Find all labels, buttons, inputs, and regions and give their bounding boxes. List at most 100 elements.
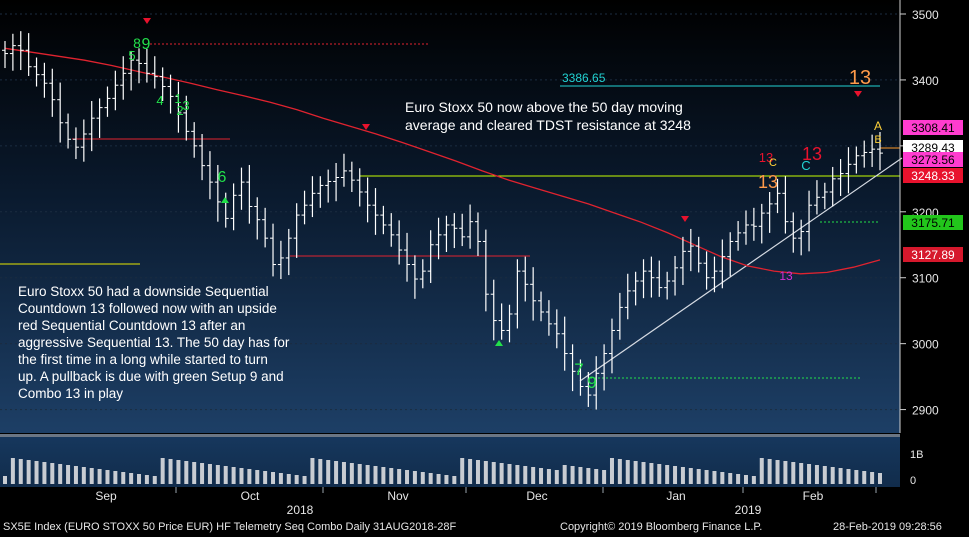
volume-bar bbox=[452, 476, 457, 484]
annotation-text: 3386.65 bbox=[562, 71, 606, 85]
sequential-marker: 7 bbox=[574, 360, 583, 379]
volume-bar bbox=[207, 464, 212, 484]
sequential-marker: C bbox=[769, 157, 777, 169]
month-label: Feb bbox=[803, 489, 824, 503]
volume-bar bbox=[838, 468, 843, 484]
volume-bar bbox=[641, 462, 646, 484]
sequential-marker: 4 bbox=[156, 93, 163, 108]
volume-bar bbox=[113, 471, 118, 484]
volume-bar bbox=[286, 474, 291, 484]
y-tick-label: 2900 bbox=[912, 404, 939, 418]
annotation-text: aggressive Sequential 13. The 50 day has… bbox=[18, 335, 290, 350]
month-label: Oct bbox=[241, 489, 260, 503]
price-label: 3175.71 bbox=[911, 216, 955, 230]
volume-bar bbox=[775, 460, 780, 484]
volume-bar bbox=[73, 466, 78, 484]
volume-bar bbox=[223, 466, 228, 484]
sequential-marker: 5 bbox=[128, 48, 135, 63]
volume-bar bbox=[554, 470, 559, 484]
volume-bar bbox=[326, 460, 331, 484]
volume-bar bbox=[152, 476, 157, 484]
volume-bar bbox=[507, 464, 512, 484]
price-label: 3127.89 bbox=[911, 248, 955, 262]
volume-bar bbox=[531, 467, 536, 484]
volume-bar bbox=[736, 474, 741, 484]
annotation-text: the first time in a long while started t… bbox=[18, 352, 268, 367]
volume-bar bbox=[830, 467, 835, 484]
volume-bar bbox=[18, 459, 23, 484]
volume-bar bbox=[609, 458, 614, 484]
volume-bar bbox=[168, 459, 173, 484]
volume-bar bbox=[460, 458, 465, 484]
volume-bar bbox=[129, 473, 134, 484]
volume-bar bbox=[278, 473, 283, 484]
bottom-axis-background bbox=[0, 487, 900, 518]
volume-bar bbox=[499, 463, 504, 484]
volume-bar bbox=[846, 469, 851, 484]
volume-bar bbox=[26, 460, 31, 484]
volume-bar bbox=[814, 465, 819, 484]
volume-bar bbox=[428, 473, 433, 484]
volume-bar bbox=[617, 459, 622, 484]
volume-bar bbox=[539, 468, 544, 484]
volume-bar bbox=[231, 467, 236, 484]
volume-bar bbox=[728, 473, 733, 484]
volume-tick-label: 1B bbox=[910, 449, 923, 461]
volume-bar bbox=[594, 469, 599, 484]
volume-bar bbox=[602, 470, 607, 484]
volume-bar bbox=[89, 468, 94, 484]
volume-bar bbox=[334, 461, 339, 484]
volume-bar bbox=[42, 462, 47, 484]
sequential-marker: 3 bbox=[182, 98, 189, 113]
volume-bar bbox=[381, 467, 386, 484]
month-label: Sep bbox=[95, 489, 117, 503]
volume-bar bbox=[633, 461, 638, 484]
volume-bar bbox=[491, 462, 496, 484]
volume-bar bbox=[144, 475, 149, 484]
volume-bar bbox=[546, 469, 551, 484]
annotation-text: Combo 13 in play bbox=[18, 386, 123, 401]
footer-copyright: Copyright© 2019 Bloomberg Finance L.P. bbox=[560, 521, 763, 533]
sequential-marker: 9 bbox=[587, 373, 596, 392]
volume-bar bbox=[720, 472, 725, 484]
volume-bar bbox=[239, 468, 244, 484]
volume-bar bbox=[483, 461, 488, 484]
volume-bar bbox=[121, 472, 126, 484]
volume-bar bbox=[160, 458, 165, 484]
volume-bar bbox=[625, 460, 630, 484]
annotation-text: Euro Stoxx 50 now above the 50 day movin… bbox=[405, 99, 683, 115]
sequential-marker: 12 bbox=[0, 0, 7, 3]
sequential-marker: 13 bbox=[758, 172, 778, 192]
sequential-marker: 13 bbox=[849, 67, 871, 89]
volume-bar bbox=[878, 473, 882, 484]
volume-bar bbox=[468, 459, 473, 484]
volume-bar bbox=[807, 464, 812, 484]
sequential-marker: A bbox=[874, 119, 882, 133]
volume-bar bbox=[247, 469, 252, 484]
volume-bar bbox=[799, 463, 804, 484]
chart: 89123456791313131313ABCC1012 35003400330… bbox=[0, 0, 969, 518]
month-label: Nov bbox=[387, 489, 408, 503]
month-label: Jan bbox=[666, 489, 685, 503]
annotation-text: average and cleared TDST resistance at 3… bbox=[405, 117, 691, 133]
volume-bar bbox=[854, 470, 859, 484]
volume-background bbox=[0, 437, 900, 487]
volume-bar bbox=[475, 460, 480, 484]
volume-bar bbox=[389, 468, 394, 484]
annotation-text: red Sequential Countdown 13 after an bbox=[18, 318, 245, 333]
price-label: 3273.56 bbox=[911, 153, 955, 167]
volume-bar bbox=[50, 463, 55, 484]
volume-bar bbox=[192, 462, 197, 484]
volume-bar bbox=[562, 465, 567, 484]
volume-bar bbox=[412, 471, 417, 484]
volume-bar bbox=[58, 464, 63, 484]
volume-bar bbox=[767, 459, 772, 484]
y-tick-label: 3100 bbox=[912, 272, 939, 286]
y-tick-label: 3500 bbox=[912, 8, 939, 22]
sequential-marker: 9 bbox=[142, 36, 151, 53]
volume-bar bbox=[578, 467, 583, 484]
year-label: 2018 bbox=[287, 503, 314, 517]
volume-bar bbox=[255, 470, 260, 484]
volume-bar bbox=[310, 458, 315, 484]
annotation-text: up. A pullback is due with green Setup 9… bbox=[18, 369, 284, 384]
